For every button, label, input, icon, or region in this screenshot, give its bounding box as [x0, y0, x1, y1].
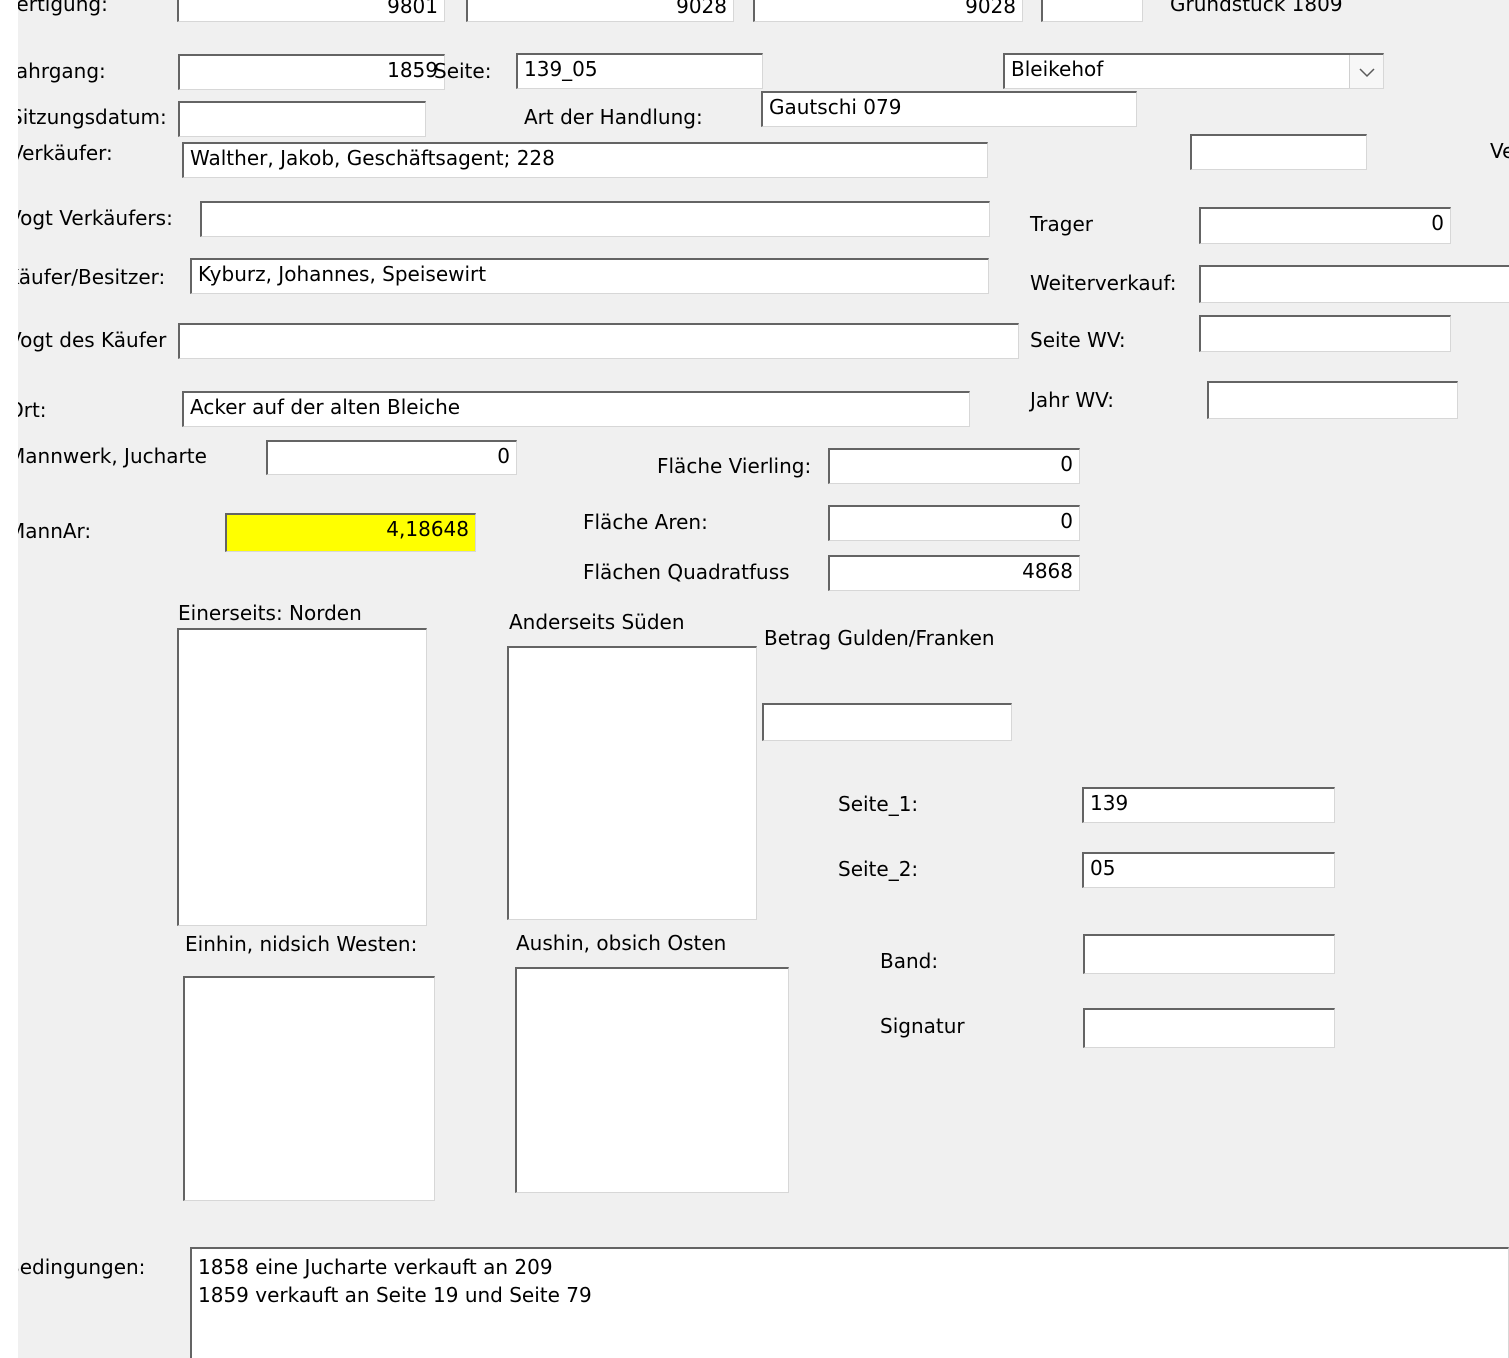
betrag-field[interactable] — [762, 703, 1012, 741]
ort-select-value: Bleikehof — [1011, 57, 1104, 81]
seite-field[interactable]: 139_05 — [516, 53, 763, 89]
sitzungsdatum-field[interactable] — [178, 101, 426, 137]
label-ve: Ve — [1490, 139, 1509, 163]
bedingungen-textarea[interactable]: 1858 eine Jucharte verkauft an 209 1859 … — [190, 1247, 1509, 1358]
einerseits-textarea[interactable] — [177, 628, 427, 926]
label-weiterverkauf: Weiterverkauf: — [1030, 271, 1177, 295]
label-trager: Trager — [1030, 212, 1093, 236]
band-field[interactable] — [1083, 934, 1335, 974]
label-bedingungen: Bedingungen: — [18, 1255, 146, 1279]
label-vogt-kaeufers: Vogt des Käufer — [18, 328, 167, 352]
fertigung-field-1[interactable]: 9801 — [177, 0, 445, 22]
label-flaeche-vierling: Fläche Vierling: — [657, 454, 812, 478]
label-betrag: Betrag Gulden/Franken — [764, 626, 995, 650]
fertigung-field-3[interactable]: 9028 — [753, 0, 1023, 22]
seite-1-field[interactable]: 139 — [1082, 787, 1335, 823]
label-anderseits: Anderseits Süden — [509, 610, 685, 634]
jahr-wv-field[interactable] — [1207, 381, 1458, 419]
label-seite-1: Seite_1: — [838, 792, 919, 816]
label-seite: Seite: — [434, 59, 492, 83]
label-jahrgang: Jahrgang: — [18, 59, 106, 83]
einhin-textarea[interactable] — [183, 976, 435, 1201]
dropdown-button[interactable] — [1349, 55, 1383, 88]
label-flaechen-quadratfuss: Flächen Quadratfuss — [583, 560, 790, 584]
ve-field[interactable] — [1190, 134, 1367, 170]
trager-field[interactable]: 0 — [1199, 207, 1451, 244]
label-grundstueck: Grundstück 1809 — [1170, 0, 1343, 16]
label-jahr-wv: Jahr WV: — [1030, 388, 1114, 412]
ort-select[interactable]: Bleikehof — [1003, 53, 1384, 89]
label-signatur: Signatur — [880, 1014, 965, 1038]
seite-wv-field[interactable] — [1199, 315, 1451, 352]
ort-field[interactable]: Acker auf der alten Bleiche — [182, 391, 970, 427]
vogt-kaeufers-field[interactable] — [178, 323, 1019, 359]
kaeufer-field[interactable]: Kyburz, Johannes, Speisewirt — [190, 258, 989, 294]
label-art-der-handlung: Art der Handlung: — [524, 105, 703, 129]
aushin-textarea[interactable] — [515, 967, 789, 1193]
label-einerseits: Einerseits: Norden — [178, 601, 362, 625]
label-verkaeufer: Verkäufer: — [18, 141, 113, 165]
label-mannwerk: Mannwerk, Jucharte — [18, 444, 207, 468]
signatur-field[interactable] — [1083, 1008, 1335, 1048]
label-aushin: Aushin, obsich Osten — [516, 931, 727, 955]
label-fertigung: Fertigung: — [18, 0, 108, 16]
record-form: Fertigung: 9801 9028 9028 Grundstück 180… — [18, 0, 1509, 1358]
label-mannar: MannAr: — [18, 519, 92, 543]
fertigung-field-4[interactable] — [1041, 0, 1143, 22]
mannwerk-field[interactable]: 0 — [266, 440, 517, 475]
label-vogt-verkaeufers: Vogt Verkäufers: — [18, 206, 173, 230]
weiterverkauf-field[interactable] — [1199, 265, 1509, 303]
verkaeufer-field[interactable]: Walther, Jakob, Geschäftsagent; 228 — [182, 142, 988, 178]
jahrgang-field[interactable]: 1859 — [178, 54, 445, 90]
label-band: Band: — [880, 949, 939, 973]
fertigung-field-2[interactable]: 9028 — [466, 0, 734, 22]
vogt-verkaeufers-field[interactable] — [200, 201, 990, 237]
seite-2-field[interactable]: 05 — [1082, 852, 1335, 888]
anderseits-textarea[interactable] — [507, 646, 757, 920]
label-ort: Ort: — [18, 398, 47, 422]
label-seite-2: Seite_2: — [838, 857, 919, 881]
chevron-down-icon — [1358, 67, 1375, 77]
flaeche-vierling-field[interactable]: 0 — [828, 448, 1080, 484]
label-einhin: Einhin, nidsich Westen: — [185, 932, 418, 956]
flaechen-quadratfuss-field[interactable]: 4868 — [828, 555, 1080, 591]
label-flaeche-aren: Fläche Aren: — [583, 510, 708, 534]
label-kaeufer: Käufer/Besitzer: — [18, 265, 166, 289]
label-sitzungsdatum: Sitzungsdatum: — [18, 105, 167, 129]
flaeche-aren-field[interactable]: 0 — [828, 505, 1080, 541]
art-der-handlung-field[interactable]: Gautschi 079 — [761, 91, 1137, 127]
label-seite-wv: Seite WV: — [1030, 328, 1126, 352]
mannar-field[interactable]: 4,18648 — [225, 513, 476, 552]
